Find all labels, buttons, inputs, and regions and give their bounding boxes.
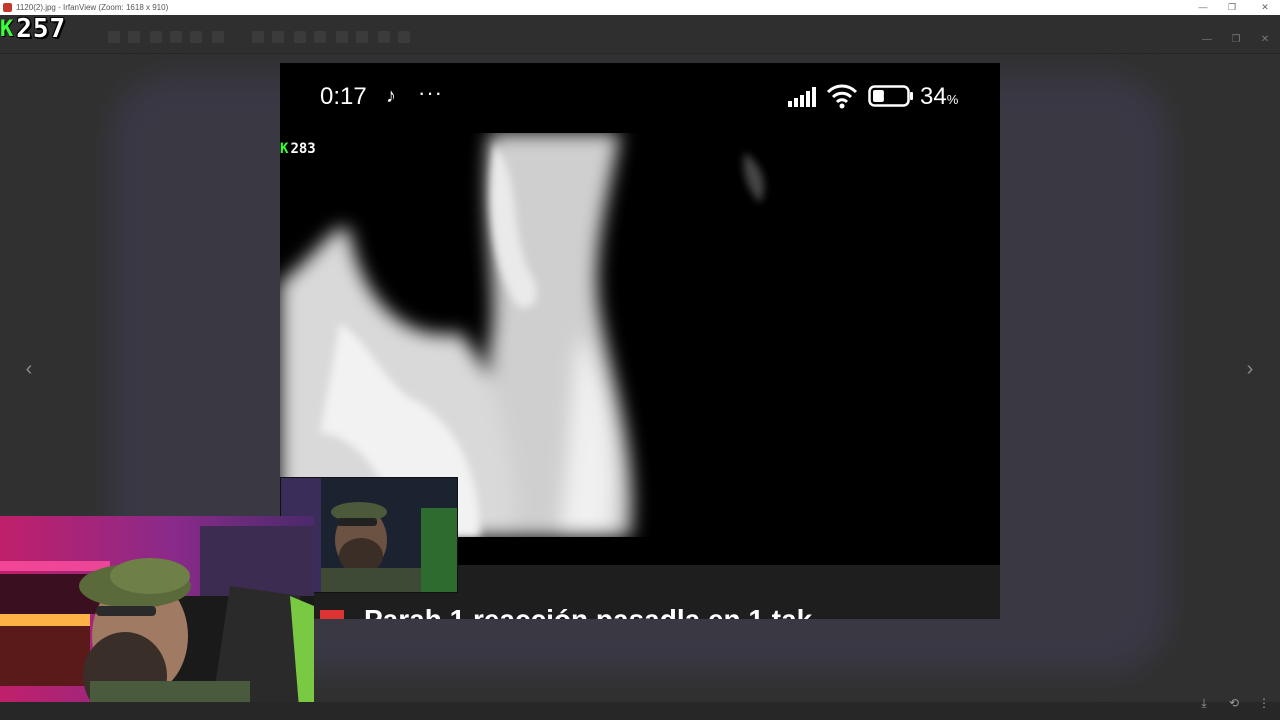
wifi-icon: [826, 84, 858, 109]
toolbar-zoom-in-icon[interactable]: [252, 31, 264, 43]
toolbar-info-icon[interactable]: [212, 31, 224, 43]
toolbar-zoom-out-icon[interactable]: [272, 31, 284, 43]
flag-icon: [320, 610, 344, 619]
toolbar: — ❐ ✕: [0, 15, 1280, 54]
webcam-overlay: [0, 516, 314, 720]
toolbar-next-icon[interactable]: [314, 31, 326, 43]
toolbar-settings-icon[interactable]: [356, 31, 368, 43]
next-image-button[interactable]: ›: [1242, 359, 1258, 379]
toolbar-about-icon[interactable]: [398, 31, 410, 43]
video-caption: Parah 1 reacción pasadla en 1 tak...: [364, 604, 836, 619]
rotate-icon[interactable]: ⟲: [1226, 695, 1242, 711]
toolbar-scan-icon[interactable]: [378, 31, 390, 43]
inner-stream-counter: K 283: [280, 141, 316, 157]
download-icon[interactable]: ⤓: [1196, 695, 1212, 711]
toolbar-prev-icon[interactable]: [294, 31, 306, 43]
window-title-bar: 1120(2).jpg - IrfanView (Zoom: 1618 x 91…: [0, 0, 1280, 15]
inner-counter-prefix: K: [280, 141, 289, 157]
toolbar-open-icon[interactable]: [108, 31, 120, 43]
inner-close-button[interactable]: ✕: [1258, 33, 1272, 47]
bottom-bar: [0, 702, 1280, 720]
counter-prefix: K: [0, 16, 14, 42]
more-menu-icon[interactable]: ⋮: [1256, 695, 1272, 711]
signal-icon: [788, 87, 816, 107]
stream-counter: K 257: [0, 14, 66, 44]
maximize-button[interactable]: ❐: [1222, 0, 1242, 15]
toolbar-delete-icon[interactable]: [150, 31, 162, 43]
tiktok-icon: ♪: [386, 85, 396, 107]
inner-minimize-button[interactable]: —: [1200, 33, 1214, 47]
window-title: 1120(2).jpg - IrfanView (Zoom: 1618 x 91…: [16, 3, 169, 12]
toolbar-paste-icon[interactable]: [190, 31, 202, 43]
battery-unit: %: [946, 92, 959, 107]
toolbar-save-icon[interactable]: [128, 31, 140, 43]
status-time: 0:17: [320, 83, 367, 110]
close-button[interactable]: ✕: [1255, 0, 1275, 15]
counter-value: 257: [16, 14, 67, 44]
battery-percentage: 34%: [920, 83, 958, 111]
toolbar-copy-icon[interactable]: [170, 31, 182, 43]
inner-counter-value: 283: [290, 141, 316, 157]
more-dots-icon: ···: [418, 80, 443, 105]
minimize-button[interactable]: —: [1193, 0, 1213, 15]
battery-value: 34: [920, 83, 947, 110]
inner-maximize-button[interactable]: ❐: [1229, 33, 1243, 47]
battery-icon: [868, 85, 913, 107]
webcam-overlay-image: [0, 516, 314, 720]
previous-image-button[interactable]: ‹: [21, 359, 37, 379]
toolbar-slideshow-icon[interactable]: [336, 31, 348, 43]
irfanview-app-icon: [3, 3, 12, 12]
